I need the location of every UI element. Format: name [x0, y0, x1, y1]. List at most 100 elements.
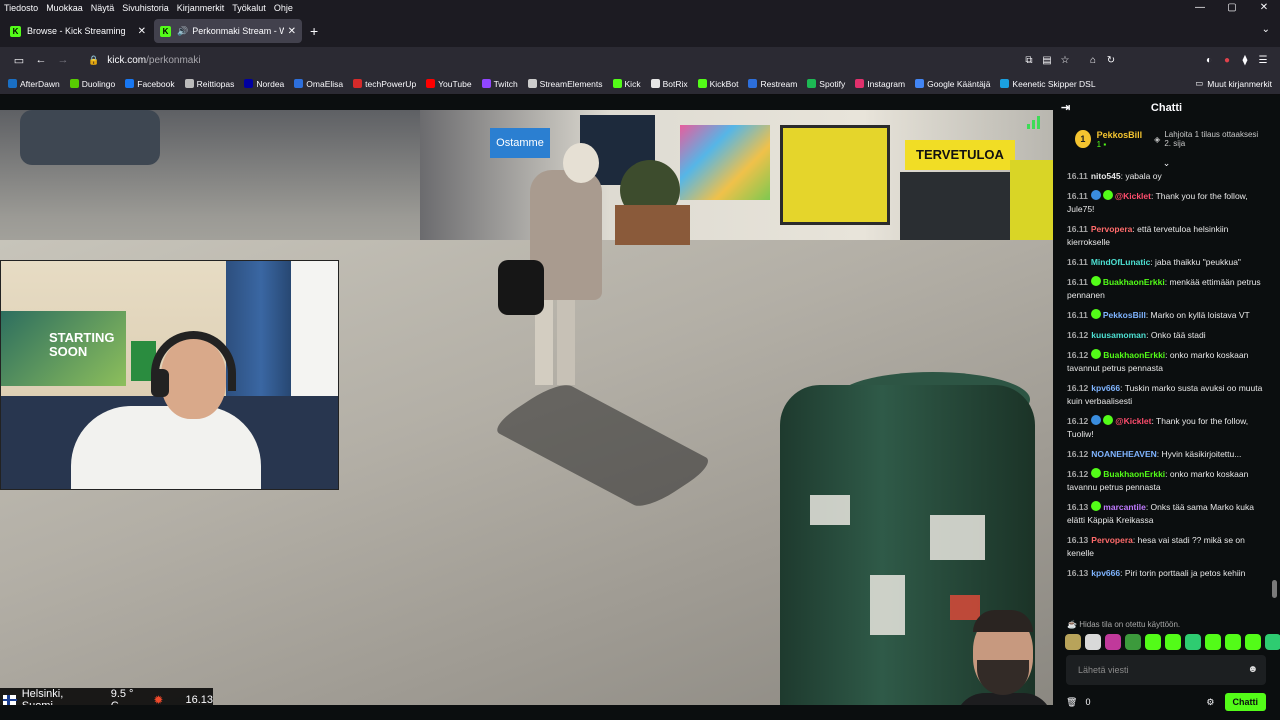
- emote-icon[interactable]: [1125, 634, 1141, 650]
- bookmark-item[interactable]: Spotify: [807, 79, 845, 89]
- forward-icon[interactable]: →: [52, 54, 74, 66]
- bookmark-item[interactable]: Facebook: [125, 79, 175, 89]
- tab-perkonmaki[interactable]: K 🔊 Perkonmaki Stream - Watch ✕: [154, 19, 302, 43]
- extensions-icon[interactable]: ⧫: [1236, 55, 1254, 66]
- bookmark-label: Keenetic Skipper DSL: [1012, 78, 1096, 89]
- picture-in-picture-icon[interactable]: ⧉: [1020, 55, 1038, 66]
- badge-icon: [1090, 190, 1101, 200]
- message-user[interactable]: @Kicklet: [1115, 191, 1151, 201]
- emote-icon[interactable]: [1145, 634, 1161, 650]
- url-bar[interactable]: 🔒 kick.com/perkonmaki: [82, 50, 1012, 70]
- home-icon[interactable]: ⌂: [1084, 55, 1102, 66]
- message-user[interactable]: marcantile: [1103, 502, 1146, 512]
- back-icon[interactable]: ←: [30, 54, 52, 66]
- message-time: 16.11: [1067, 171, 1088, 181]
- message-user[interactable]: MindOfLunatic: [1091, 257, 1151, 267]
- points-display[interactable]: 🗑 0: [1066, 697, 1090, 708]
- chat-input[interactable]: Lähetä viesti ☻: [1066, 655, 1266, 685]
- close-tab-icon[interactable]: ✕: [138, 26, 146, 37]
- bookmark-item[interactable]: Restream: [748, 79, 797, 89]
- page-content: Ostamme TERVETULOA STARTING SOON Helsink…: [0, 95, 1280, 720]
- extension-dark-icon[interactable]: ◐: [1200, 55, 1218, 66]
- close-icon[interactable]: ✕: [1248, 0, 1280, 15]
- maximize-icon[interactable]: ▢: [1216, 0, 1248, 15]
- menu-item[interactable]: Kirjanmerkit: [177, 3, 225, 13]
- message-user[interactable]: @Kicklet: [1115, 416, 1151, 426]
- emote-icon[interactable]: [1065, 634, 1081, 650]
- list-tabs-icon[interactable]: ⌄: [1262, 24, 1270, 35]
- emoji-icon[interactable]: ☻: [1247, 664, 1258, 675]
- emote-icon[interactable]: [1185, 634, 1201, 650]
- send-chat-button[interactable]: Chatti: [1224, 693, 1266, 711]
- menu-item[interactable]: Tiedosto: [4, 3, 38, 13]
- speaker-icon[interactable]: 🔊: [177, 26, 188, 37]
- reader-view-icon[interactable]: ▤: [1038, 55, 1056, 66]
- menu-item[interactable]: Ohje: [274, 3, 293, 13]
- gear-icon[interactable]: ⚙: [1206, 697, 1214, 708]
- emote-icon[interactable]: [1205, 634, 1221, 650]
- message-user[interactable]: Pervopera: [1091, 224, 1133, 234]
- bookmark-item[interactable]: AfterDawn: [8, 79, 60, 89]
- menu-item[interactable]: Sivuhistoria: [122, 3, 169, 13]
- sidebar-icon[interactable]: ▭: [8, 54, 30, 67]
- leader-name[interactable]: PekkosBill: [1097, 130, 1143, 140]
- message-user[interactable]: kuusamoman: [1091, 330, 1146, 340]
- message-user[interactable]: NOANEHEAVEN: [1091, 449, 1157, 459]
- message-time: 16.13: [1067, 502, 1089, 512]
- extension-badge-icon[interactable]: ●: [1218, 55, 1236, 66]
- bookmark-label: StreamElements: [539, 78, 603, 89]
- emote-icon[interactable]: [1085, 634, 1101, 650]
- bookmark-item[interactable]: Twitch: [481, 79, 518, 89]
- gift-text[interactable]: Lahjoita 1 tilaus ottaaksesi 2. sija: [1164, 130, 1266, 148]
- bookmark-item[interactable]: Duolingo: [69, 79, 115, 89]
- bookmark-item[interactable]: YouTube: [426, 79, 472, 89]
- message-user[interactable]: nito545: [1091, 171, 1121, 181]
- bookmark-item[interactable]: Instagram: [855, 79, 905, 89]
- car: [20, 110, 160, 165]
- emote-icon[interactable]: [1265, 634, 1280, 650]
- bookmark-item[interactable]: KickBot: [697, 79, 738, 89]
- bookmark-favicon-icon: [353, 79, 363, 88]
- message-user[interactable]: BuakhaonErkki: [1103, 350, 1165, 360]
- message-user[interactable]: BuakhaonErkki: [1103, 469, 1165, 479]
- menu-item[interactable]: Muokkaa: [46, 3, 83, 13]
- bookmark-item[interactable]: Nordea: [244, 79, 284, 89]
- emote-icon[interactable]: [1105, 634, 1121, 650]
- message-user[interactable]: kpv666: [1091, 383, 1120, 393]
- lock-icon[interactable]: 🔒: [88, 55, 99, 66]
- chat-scrollbar[interactable]: [1272, 580, 1277, 598]
- message-user[interactable]: kpv666: [1091, 568, 1120, 578]
- message-user[interactable]: PekkosBill: [1103, 310, 1146, 320]
- video-player[interactable]: Ostamme TERVETULOA STARTING SOON Helsink…: [0, 110, 1053, 705]
- bookmark-star-icon[interactable]: ☆: [1056, 55, 1074, 66]
- collapse-chat-icon[interactable]: ⇥: [1061, 101, 1070, 114]
- minimize-icon[interactable]: —: [1184, 0, 1216, 15]
- menu-icon[interactable]: ☰: [1254, 55, 1272, 66]
- tab-strip: K Browse - Kick Streaming ✕ K 🔊 Perkonma…: [0, 15, 1280, 47]
- bookmark-label: techPowerUp: [365, 78, 417, 89]
- bookmark-item[interactable]: Keenetic Skipper DSL: [1000, 78, 1096, 89]
- close-tab-icon[interactable]: ✕: [288, 26, 296, 37]
- emote-icon[interactable]: [1225, 634, 1241, 650]
- signal-icon: [1027, 115, 1043, 129]
- new-tab-button[interactable]: +: [310, 23, 318, 39]
- bookmark-item[interactable]: Kick: [612, 79, 641, 89]
- emote-icon[interactable]: [1165, 634, 1181, 650]
- bookmark-favicon-icon: [650, 79, 660, 88]
- reload-icon[interactable]: ↻: [1102, 55, 1120, 66]
- bookmark-item[interactable]: BotRix: [650, 79, 688, 89]
- expand-chevron-icon[interactable]: ⌄: [1053, 158, 1280, 170]
- bookmark-item[interactable]: OmaElisa: [294, 79, 343, 89]
- other-bookmarks[interactable]: ▭ Muut kirjanmerkit: [1195, 78, 1272, 89]
- bookmark-item[interactable]: techPowerUp: [353, 79, 416, 89]
- bookmark-item[interactable]: StreamElements: [527, 78, 603, 89]
- emote-icon[interactable]: [1245, 634, 1261, 650]
- message-user[interactable]: BuakhaonErkki: [1103, 277, 1165, 287]
- message-user[interactable]: Pervopera: [1091, 535, 1133, 545]
- chat-message: 16.11 PekkosBill: Marko on kyllä loistava…: [1067, 309, 1250, 320]
- bookmark-item[interactable]: Reittiopas: [184, 79, 234, 89]
- menu-item[interactable]: Työkalut: [232, 3, 266, 13]
- tab-browse[interactable]: K Browse - Kick Streaming ✕: [4, 19, 152, 43]
- bookmark-item[interactable]: Google Kääntäjä: [915, 79, 990, 89]
- menu-item[interactable]: Näytä: [91, 3, 115, 13]
